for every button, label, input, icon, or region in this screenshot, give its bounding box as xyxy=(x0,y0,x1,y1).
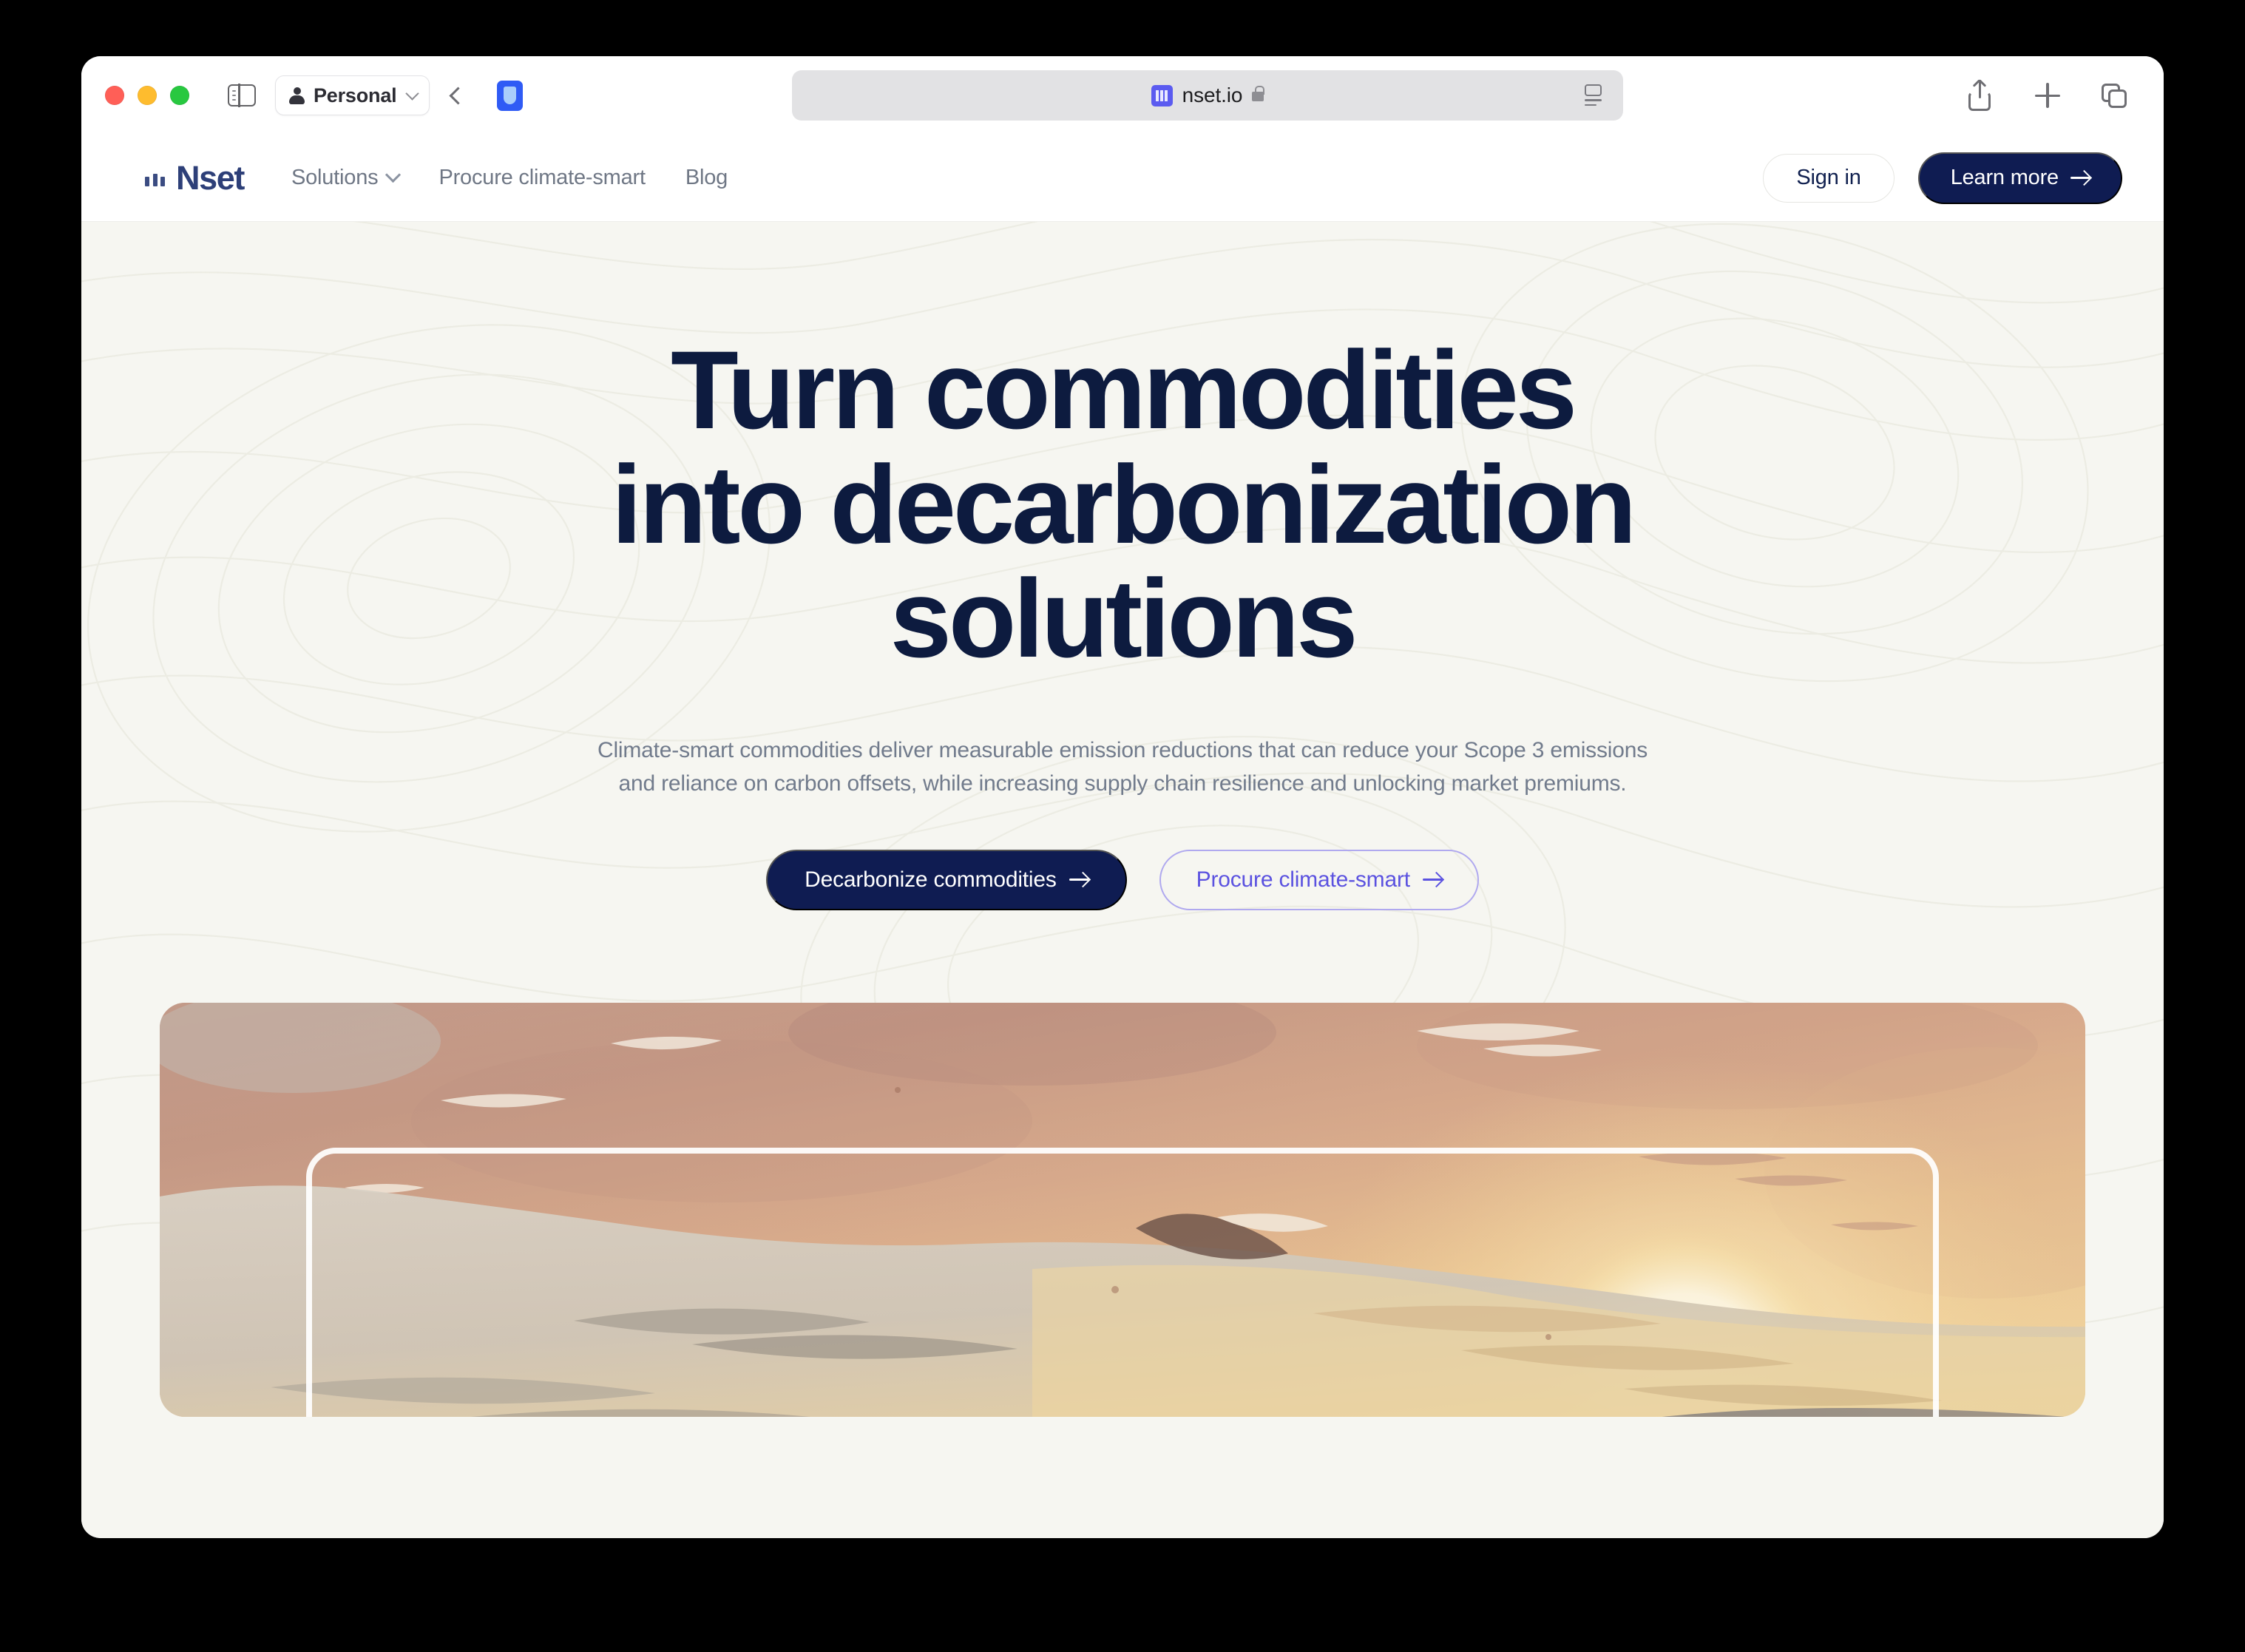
page-title: Turn commodities into decarbonization so… xyxy=(81,333,2164,676)
hero-artwork xyxy=(160,1002,2085,1417)
nav-item-solutions[interactable]: Solutions xyxy=(291,166,402,190)
watercolor-sunset-landscape xyxy=(160,1002,2085,1417)
web-page: Nset Solutions Procure climate-smart Blo… xyxy=(81,135,2164,1538)
nav-item-procure-climate-smart[interactable]: Procure climate-smart xyxy=(438,166,646,190)
decarbonize-commodities-label: Decarbonize commodities xyxy=(805,867,1057,892)
shield-extension-icon[interactable] xyxy=(497,80,524,111)
site-header: Nset Solutions Procure climate-smart Blo… xyxy=(81,135,2164,222)
chevron-down-icon xyxy=(405,86,420,101)
three-bars-logo-mark xyxy=(145,170,165,186)
reader-view-icon[interactable] xyxy=(1585,84,1604,106)
nset-favicon xyxy=(1151,84,1173,106)
procure-climate-smart-button[interactable]: Procure climate-smart xyxy=(1159,849,1479,910)
nav-item-blog[interactable]: Blog xyxy=(685,166,728,190)
back-chevron-icon[interactable] xyxy=(449,86,467,105)
hero-subtitle-line-1: Climate-smart commodities deliver measur… xyxy=(597,737,1648,762)
brand-name: Nset xyxy=(176,158,245,197)
browser-window: Personal nset.io Nset Solutions Procure … xyxy=(81,56,2164,1538)
sign-in-button[interactable]: Sign in xyxy=(1763,153,1894,203)
browser-toolbar: Personal nset.io xyxy=(81,56,2164,135)
person-icon xyxy=(288,87,305,104)
address-bar[interactable]: nset.io xyxy=(792,70,1623,121)
arrow-right-icon xyxy=(1069,879,1088,881)
header-actions: Sign in Learn more xyxy=(1763,152,2122,204)
hero-title-line-3: solutions xyxy=(890,556,1358,680)
decarbonize-commodities-button[interactable]: Decarbonize commodities xyxy=(766,849,1127,910)
profile-label: Personal xyxy=(314,84,397,106)
profile-switcher-button[interactable]: Personal xyxy=(275,75,430,115)
hero-title-line-2: into decarbonization xyxy=(611,441,1637,566)
share-icon[interactable] xyxy=(1964,80,1995,111)
hero-cta-group: Decarbonize commodities Procure climate-… xyxy=(81,849,2164,910)
primary-navigation: Solutions Procure climate-smart Blog xyxy=(291,166,728,190)
learn-more-label: Learn more xyxy=(1950,166,2059,189)
minimize-window-button[interactable] xyxy=(138,86,157,105)
brand-logo[interactable]: Nset xyxy=(145,158,245,197)
sidebar-toggle-icon[interactable] xyxy=(228,84,256,107)
window-controls xyxy=(105,86,189,105)
chevron-down-icon xyxy=(385,166,402,183)
hero-subtitle: Climate-smart commodities deliver measur… xyxy=(81,734,2164,801)
hero-title-line-1: Turn commodities xyxy=(671,328,1577,452)
procure-climate-smart-label: Procure climate-smart xyxy=(1196,867,1410,892)
hero-subtitle-line-2: and reliance on carbon offsets, while in… xyxy=(618,771,1627,796)
nav-item-procure-label: Procure climate-smart xyxy=(438,166,646,189)
tab-overview-icon[interactable] xyxy=(2100,80,2131,111)
close-window-button[interactable] xyxy=(105,86,124,105)
lock-icon xyxy=(1252,86,1264,101)
hero-section: Turn commodities into decarbonization so… xyxy=(81,333,2164,910)
arrow-right-icon xyxy=(1422,879,1442,881)
zoom-window-button[interactable] xyxy=(170,86,189,105)
nav-item-blog-label: Blog xyxy=(685,166,728,189)
toolbar-actions xyxy=(1964,80,2131,111)
address-bar-url: nset.io xyxy=(1182,84,1243,106)
arrow-right-icon xyxy=(2070,177,2090,179)
new-tab-icon[interactable] xyxy=(2032,80,2063,111)
learn-more-button[interactable]: Learn more xyxy=(1917,152,2122,204)
nav-item-solutions-label: Solutions xyxy=(291,166,379,189)
